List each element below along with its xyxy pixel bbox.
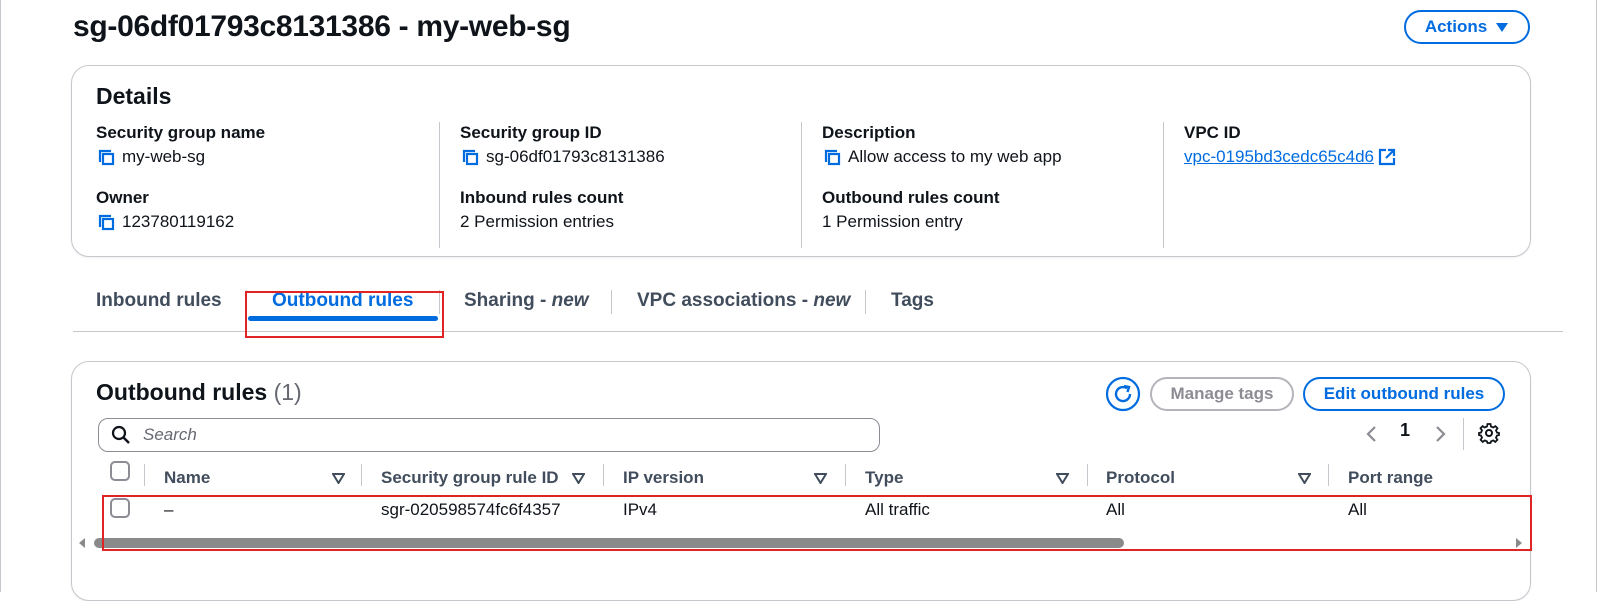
detail-col-1: Security group name my-web-sg Owner 1237…: [96, 122, 439, 248]
column-header-protocol[interactable]: Protocol: [1106, 462, 1316, 494]
column-port-range-label: Port range: [1348, 468, 1434, 487]
page-edge-left: [0, 0, 1, 592]
actions-button[interactable]: Actions: [1404, 10, 1530, 44]
manage-tags-button[interactable]: Manage tags: [1150, 377, 1294, 411]
owner-label: Owner: [96, 188, 149, 207]
external-link-icon[interactable]: [1378, 148, 1396, 166]
copy-icon[interactable]: [96, 212, 116, 232]
chevron-right-icon[interactable]: [1432, 424, 1448, 444]
security-group-id-label: Security group ID: [460, 123, 602, 142]
security-group-name-label: Security group name: [96, 123, 266, 142]
description-value: Allow access to my web app: [848, 147, 1062, 166]
owner-value: 123780119162: [122, 212, 235, 231]
select-all-checkbox[interactable]: [110, 461, 130, 481]
rules-panel-title: Outbound rules (1): [96, 379, 302, 406]
page-edge-right: [1596, 0, 1597, 592]
tab-sharing[interactable]: Sharing - new: [464, 290, 589, 312]
tab-vpc-associations-new: new: [813, 290, 851, 311]
description-label: Description: [822, 123, 916, 142]
column-separator: [144, 464, 145, 486]
tab-sharing-label: Sharing -: [464, 290, 552, 311]
column-separator: [361, 464, 362, 486]
detail-col-3: Description Allow access to my web app O…: [801, 122, 1163, 248]
sort-caret-icon[interactable]: [1056, 473, 1069, 484]
edit-outbound-rules-button[interactable]: Edit outbound rules: [1303, 377, 1505, 411]
chevron-left-icon[interactable]: [1364, 424, 1380, 444]
details-title: Details: [96, 83, 172, 109]
security-group-name-value: my-web-sg: [122, 147, 206, 166]
current-page[interactable]: 1: [1400, 420, 1410, 441]
outbound-count-label: Outbound rules count: [822, 188, 1000, 207]
detail-col-2: Security group ID sg-06df01793c8131386 I…: [439, 122, 801, 248]
sort-caret-icon[interactable]: [332, 473, 345, 484]
tab-vpc-associations[interactable]: VPC associations - new: [637, 290, 850, 312]
refresh-icon[interactable]: [1105, 376, 1141, 412]
copy-icon[interactable]: [460, 147, 480, 167]
highlight-box-row: [102, 495, 1532, 551]
tab-vpc-associations-label: VPC associations -: [637, 290, 814, 311]
column-protocol-label: Protocol: [1106, 468, 1175, 487]
column-header-type[interactable]: Type: [865, 462, 1075, 494]
tab-separator: [865, 290, 866, 314]
actions-button-label: Actions: [1424, 17, 1488, 36]
search-field[interactable]: [98, 418, 880, 452]
tab-separator: [611, 290, 612, 314]
vpc-id-link[interactable]: vpc-0195bd3cedc65c4d6: [1184, 144, 1374, 170]
vpc-id-label: VPC ID: [1184, 123, 1241, 142]
search-icon: [111, 425, 130, 444]
rules-panel-heading: Outbound rules: [96, 379, 268, 405]
inbound-count-value: 2 Permission entries: [460, 212, 615, 231]
tab-tags[interactable]: Tags: [891, 290, 934, 312]
column-ip-version-label: IP version: [623, 468, 704, 487]
search-input[interactable]: [141, 424, 841, 446]
column-name-label: Name: [164, 468, 211, 487]
column-separator: [1087, 464, 1088, 486]
tab-sharing-new: new: [551, 290, 589, 311]
sort-caret-icon[interactable]: [572, 473, 585, 484]
pager-separator: [1463, 418, 1464, 450]
scroll-left-arrow-icon[interactable]: [78, 537, 86, 549]
column-type-label: Type: [865, 468, 904, 487]
column-separator: [603, 464, 604, 486]
sort-caret-icon[interactable]: [1298, 473, 1311, 484]
column-header-name[interactable]: Name: [164, 462, 349, 494]
sort-caret-icon[interactable]: [814, 473, 827, 484]
tab-inbound-rules[interactable]: Inbound rules: [96, 290, 222, 312]
page-title: sg-06df01793c8131386 - my-web-sg: [73, 10, 571, 43]
highlight-box-tab: [245, 291, 444, 338]
rules-count: (1): [273, 379, 302, 405]
security-group-id-value: sg-06df01793c8131386: [486, 147, 665, 166]
detail-col-4: VPC ID vpc-0195bd3cedc65c4d6: [1163, 122, 1503, 248]
column-rule-id-label: Security group rule ID: [381, 468, 559, 487]
copy-icon[interactable]: [822, 147, 842, 167]
outbound-count-value: 1 Permission entry: [822, 212, 963, 231]
settings-gear-icon[interactable]: [1478, 422, 1500, 444]
inbound-count-label: Inbound rules count: [460, 188, 624, 207]
column-header-port-range[interactable]: Port range: [1348, 462, 1528, 494]
column-separator: [1328, 464, 1329, 486]
copy-icon[interactable]: [96, 147, 116, 167]
column-header-ip-version[interactable]: IP version: [623, 462, 833, 494]
column-header-rule-id[interactable]: Security group rule ID: [381, 462, 591, 494]
caret-down-icon: [1496, 23, 1509, 32]
column-separator: [845, 464, 846, 486]
